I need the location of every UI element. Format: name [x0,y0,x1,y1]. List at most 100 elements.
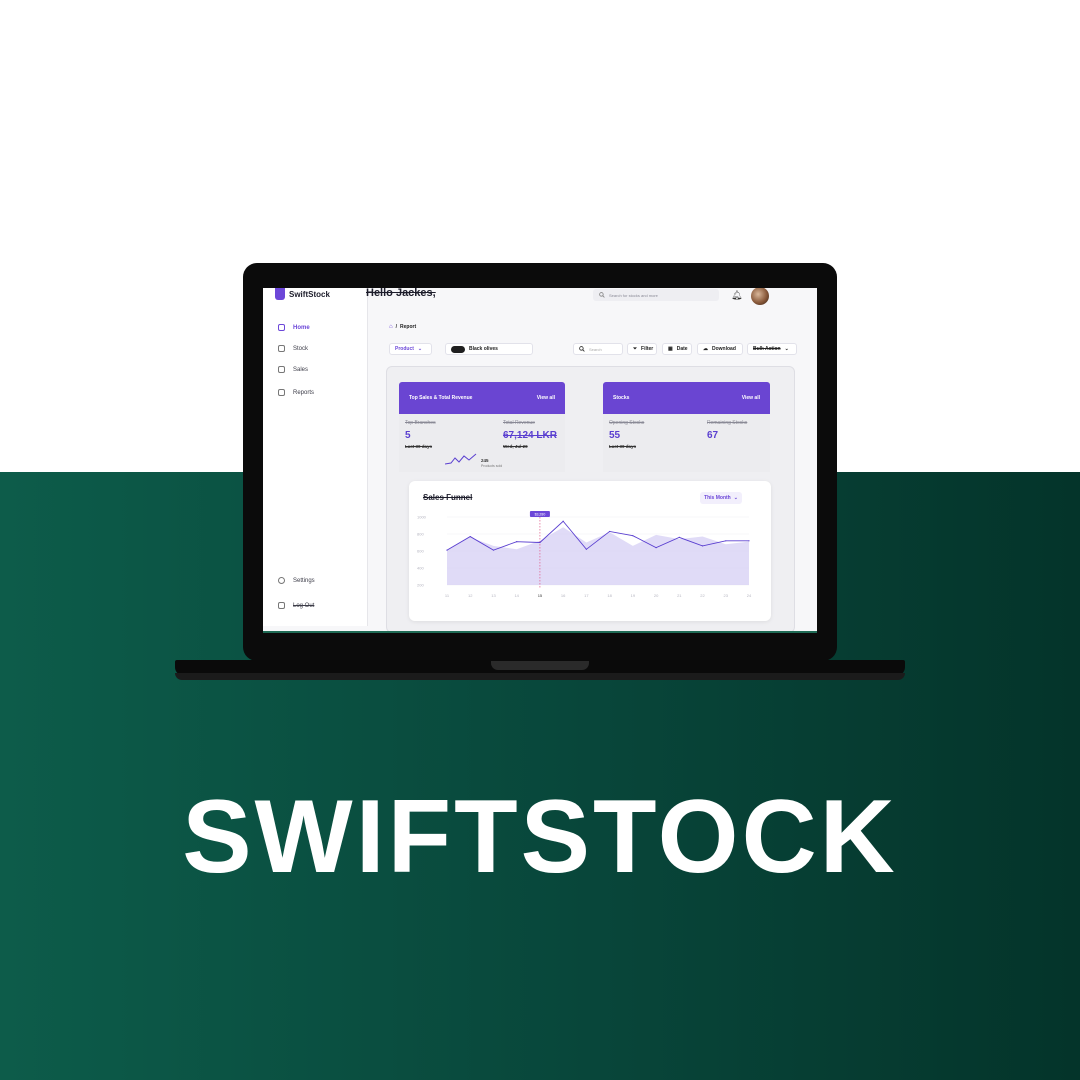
period-dropdown[interactable]: This Month ⌄ [700,492,742,504]
data-point [446,549,448,551]
breadcrumb: ⌂ / Report [389,324,416,330]
y-tick-label: 400 [417,566,424,571]
top-branches-period: Last 30 days [405,444,433,449]
sidebar-item-label: Home [293,324,310,331]
sales-card-body: Top Branches 5 Last 30 days Total Revenu… [399,414,565,472]
filter-icon: ⏷ [633,346,638,352]
sales-view-all-link[interactable]: View all [537,395,555,401]
breadcrumb-separator: / [395,324,398,330]
sales-funnel-chart: 200 400 600 800 1000 $3,280 11 12 13 14 15 16 17 18 19… [417,511,752,598]
sales-card-header: Top Sales & Total Revenue View all [399,382,565,414]
date-button[interactable]: ▦ Date [662,343,692,355]
filter-search-placeholder: Search [589,346,602,352]
data-point [516,541,518,543]
stocks-card-body: Opening Stocks 55 Last 30 days Remaining… [603,414,770,472]
download-label: Download [712,346,736,352]
olive-icon [451,345,465,353]
download-button[interactable]: ☁ Download [697,343,743,355]
x-tick-label: 21 [677,593,682,598]
remaining-stocks-value: 67 [707,430,719,441]
sidebar-item-logout[interactable]: Log Out [278,602,314,609]
data-point [725,540,727,542]
data-point [585,548,587,550]
sidebar: SwiftStock Home Stock Sales Reports Sett… [263,288,368,626]
sidebar-item-label: Sales [293,366,309,373]
products-sold-value: 245 [481,458,489,463]
sidebar-item-sales[interactable]: Sales [278,366,308,373]
date-label: Date [676,346,688,352]
bell-icon[interactable]: 🔔︎ [731,290,742,301]
total-revenue-date: Wed, Jul 20 [503,444,528,449]
sidebar-item-stock[interactable]: Stock [278,345,308,352]
highlight-label: $3,280 [535,513,546,517]
data-point [632,535,634,537]
sales-icon [278,366,285,373]
logo-mark-icon [275,288,285,300]
x-tick-label: 16 [561,593,566,598]
x-tick-label: 13 [491,593,496,598]
x-tick-label: 11 [445,593,450,598]
avatar[interactable] [751,288,769,305]
data-point [562,520,564,522]
x-tick-label: 17 [584,593,589,598]
data-point [701,545,704,547]
laptop-base-lip [175,673,905,680]
chevron-down-icon: ⌄ [733,495,738,501]
opening-stocks-value: 55 [609,430,621,441]
data-point [678,536,680,538]
stocks-view-all-link[interactable]: View all [742,395,760,401]
data-point [492,549,495,551]
stocks-card-header: Stocks View all [603,382,770,414]
top-branches-value: 5 [405,430,411,441]
y-tick-label: 1000 [417,515,427,520]
sidebar-item-reports[interactable]: Reports [278,389,314,396]
home-icon [278,324,285,331]
remaining-stocks-label: Remaining Stocks [707,420,748,426]
bulk-action-label: Bulk Action [753,346,781,352]
laptop-notch [491,661,589,670]
area-series [447,527,749,585]
brand-title: SWIFTSTOCK [182,779,898,895]
y-tick-label: 200 [417,583,424,588]
product-name: Black olives [469,346,498,352]
sales-card-title: Top Sales & Total Revenue [409,395,473,401]
logo-text: SwiftStock [289,289,330,299]
search-icon [599,292,605,298]
sparkline-icon [445,453,477,465]
opening-stocks-label: Opening Stocks [609,420,645,426]
cloud-download-icon: ☁ [703,346,708,352]
data-point [469,535,471,538]
x-tick-label: 18 [607,593,612,598]
x-tick-label: 14 [514,593,519,598]
y-tick-label: 600 [417,549,424,554]
top-branches-label: Top Branches [405,420,436,426]
laptop-screen: SwiftStock Home Stock Sales Reports Sett… [263,288,817,633]
gear-icon [278,577,285,584]
product-dropdown[interactable]: Product ⌄ [389,343,432,355]
chevron-down-icon: ⌄ [784,346,789,352]
page-greeting: Hello Jackes, [366,288,436,299]
sales-funnel-title: Sales Funnel [423,493,473,502]
x-tick-label: 15 [538,593,543,598]
sidebar-item-settings[interactable]: Settings [278,577,315,584]
top-search-input[interactable]: Search for stocks and more [593,289,719,301]
stocks-card-title: Stocks [613,395,630,401]
bulk-action-dropdown[interactable]: Bulk Action ⌄ [747,343,797,355]
sidebar-item-home[interactable]: Home [278,324,310,331]
sidebar-item-label: Stock [293,345,309,352]
top-search-placeholder: Search for stocks and more [609,292,658,298]
products-sold-label: Products sold [481,464,503,468]
period-label: This Month [704,495,731,501]
x-tick-label: 24 [747,593,752,598]
home-icon[interactable]: ⌂ [389,324,393,330]
opening-stocks-period: Last 30 days [609,444,637,449]
search-icon [579,346,585,352]
stock-icon [278,345,285,352]
breadcrumb-page: Report [400,324,417,330]
filter-button[interactable]: ⏷ Filter [627,343,657,355]
reports-icon [278,389,285,396]
logout-icon [278,602,285,609]
product-select[interactable]: Black olives [445,343,533,355]
filter-search-input[interactable]: Search [573,343,623,355]
x-tick-label: 22 [700,593,705,598]
